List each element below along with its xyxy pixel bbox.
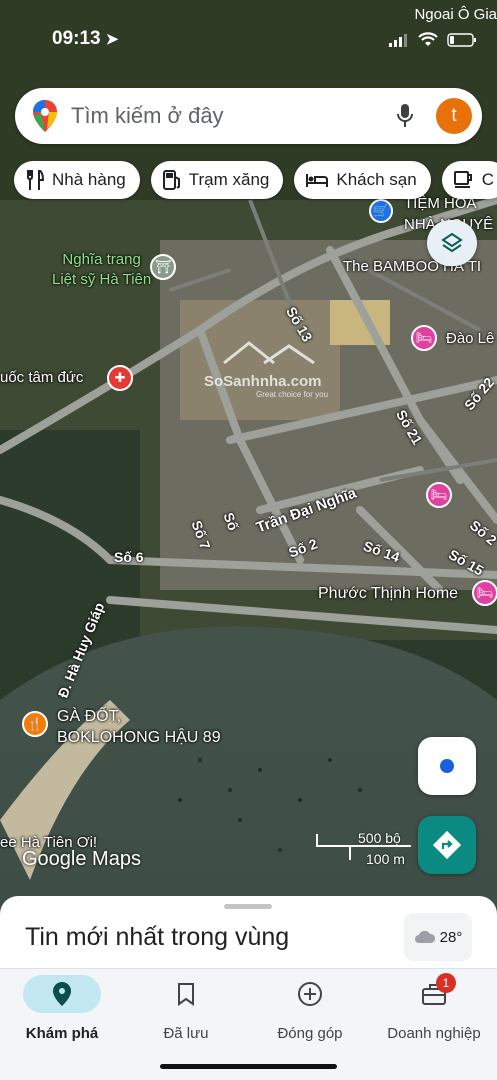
hotel-pin-icon[interactable]: 🛏 bbox=[411, 325, 437, 351]
sheet-drag-handle[interactable] bbox=[224, 904, 272, 909]
restaurant-icon bbox=[27, 170, 44, 190]
hotel-pin-icon-3[interactable]: 🛏 bbox=[472, 580, 497, 606]
chip-label: C bbox=[481, 170, 494, 189]
gas-station-icon bbox=[162, 170, 180, 190]
avatar[interactable]: t bbox=[436, 98, 472, 134]
microphone-icon[interactable] bbox=[396, 103, 414, 129]
place-cemetery-label: Nghĩa trang Liệt sỹ Hà Tiên bbox=[52, 251, 152, 288]
restaurant-pin-icon[interactable]: 🍴 bbox=[22, 711, 48, 737]
sheet-title: Tin mới nhất trong vùng bbox=[25, 923, 290, 951]
clock: 09:13 ➤ bbox=[52, 28, 118, 50]
watermark-subtext: Great choice for you bbox=[256, 390, 329, 399]
directions-icon bbox=[433, 831, 461, 859]
my-location-icon bbox=[440, 759, 454, 773]
scale-meters: 100 m bbox=[366, 851, 405, 867]
chip-coffee[interactable]: C bbox=[441, 161, 497, 199]
temperature: 28° bbox=[439, 928, 463, 946]
watermark-logo: SoSanhnha.com Great choice for you bbox=[194, 338, 334, 399]
explore-pin-icon bbox=[53, 982, 71, 1006]
chip-gas-stations[interactable]: Trạm xăng bbox=[150, 161, 284, 199]
nav-label: Đã lưu bbox=[163, 1025, 209, 1042]
place-ga-dot-label: GÀ ĐỐT, BOKLOHONG HẬU 89 bbox=[57, 708, 221, 746]
search-input[interactable]: Tìm kiếm ở đây bbox=[71, 103, 396, 129]
layers-icon bbox=[441, 232, 463, 253]
cloud-icon bbox=[414, 930, 435, 943]
my-location-button[interactable] bbox=[418, 737, 476, 795]
add-circle-icon bbox=[298, 982, 322, 1006]
nav-label: Đóng góp bbox=[277, 1025, 343, 1042]
street-so6: Số 6 bbox=[114, 549, 144, 565]
nav-contribute[interactable]: Đóng góp bbox=[248, 969, 372, 1042]
cemetery-icon[interactable]: ⛩ bbox=[150, 254, 176, 280]
nav-label: Doanh nghiệp bbox=[387, 1025, 481, 1042]
battery-icon bbox=[447, 32, 476, 47]
home-indicator bbox=[160, 1064, 337, 1069]
place-ga-dot[interactable]: GÀ ĐỐT, BOKLOHONG HẬU 89 bbox=[57, 706, 221, 748]
directions-button[interactable] bbox=[418, 816, 476, 874]
chip-label: Trạm xăng bbox=[188, 170, 270, 189]
status-bar: Ngoai Ô Gia 09:13 ➤ bbox=[0, 0, 497, 60]
chip-label: Nhà hàng bbox=[52, 170, 126, 189]
place-dao[interactable]: Đào Lê bbox=[446, 330, 494, 347]
category-chips: Nhà hàng Trạm xăng Khách sạn C bbox=[14, 161, 497, 199]
carrier-label: Ngoai Ô Gia bbox=[414, 6, 497, 23]
weather-chip[interactable]: 28° bbox=[404, 913, 472, 961]
coffee-icon bbox=[453, 171, 472, 188]
place-pharmacy[interactable]: uốc tâm đức bbox=[0, 369, 83, 386]
chip-label: Khách sạn bbox=[336, 170, 417, 189]
nav-explore[interactable]: Khám phá bbox=[0, 969, 124, 1042]
bookmark-icon bbox=[178, 983, 194, 1006]
search-bar[interactable]: Tìm kiếm ở đây t bbox=[15, 88, 482, 144]
google-maps-logo: Google Maps bbox=[22, 848, 141, 870]
layers-button[interactable] bbox=[427, 220, 477, 266]
chip-restaurants[interactable]: Nhà hàng bbox=[14, 161, 140, 199]
watermark-text: SoSanhnha.com bbox=[204, 373, 322, 390]
notification-badge: 1 bbox=[436, 973, 456, 993]
nav-saved[interactable]: Đã lưu bbox=[124, 969, 248, 1042]
hotel-icon bbox=[306, 174, 329, 187]
clock-time: 09:13 bbox=[52, 28, 101, 49]
cellular-signal-icon bbox=[389, 33, 407, 47]
shopping-icon[interactable]: 🛒 bbox=[369, 199, 393, 223]
chip-hotels[interactable]: Khách sạn bbox=[294, 161, 431, 199]
place-phuoc-thinh[interactable]: Phước Thịnh Home bbox=[318, 585, 458, 603]
nav-business[interactable]: 1 Doanh nghiệp bbox=[372, 969, 496, 1042]
hotel-pin-icon-2[interactable]: 🛏 bbox=[426, 482, 452, 508]
nav-label: Khám phá bbox=[25, 1025, 99, 1042]
wifi-icon bbox=[418, 32, 438, 46]
pharmacy-icon[interactable]: ✚ bbox=[107, 365, 133, 391]
google-maps-pin-icon bbox=[33, 100, 57, 132]
scale-feet: 500 bộ bbox=[358, 830, 401, 846]
place-cemetery[interactable]: Nghĩa trang Liệt sỹ Hà Tiên bbox=[52, 250, 151, 290]
location-arrow-icon: ➤ bbox=[105, 31, 119, 48]
